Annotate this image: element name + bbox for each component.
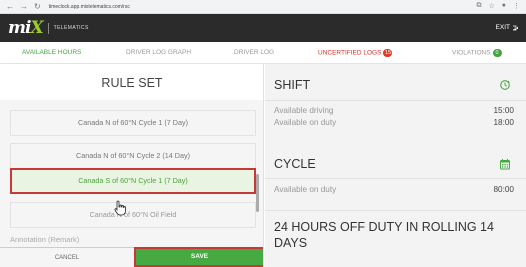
off-duty-section-title: 24 HOURS OFF DUTY IN ROLLING 14 DAYS [274,220,494,250]
refresh-clock-icon [500,80,510,90]
logo-text: TELEMATICS [53,25,89,31]
divider [265,100,526,101]
app-header: miX TELEMATICS EXIT [0,14,526,42]
rule-set-list[interactable]: Canada N of 60°N Cycle 1 (7 Day) Canada … [0,100,263,250]
tab-violations[interactable]: VIOLATIONS 0 [452,49,502,57]
back-icon[interactable]: ← [6,2,14,11]
exit-label: EXIT [495,24,510,31]
shift-title: SHIFT [274,78,311,92]
browser-actions: ⧉ ☆ ● ⋮ [476,2,520,10]
tab-available-hours[interactable]: AVAILABLE HOURS [22,49,81,56]
address-bar[interactable]: timeclock.app.mixtelematics.com/rsc [49,4,130,10]
calendar-icon [500,159,510,170]
annotation-input[interactable]: Annotation (Remark) [10,235,79,244]
save-button[interactable]: SAVE [134,247,263,267]
row-label: Available on duty [274,118,337,127]
cycle-section-header: CYCLE [274,155,514,173]
forward-icon[interactable]: → [20,2,28,11]
bookmark-star-icon[interactable]: ☆ [488,2,494,10]
tab-driver-log[interactable]: DRIVER LOG [234,49,274,56]
share-icon[interactable]: ⧉ [476,2,481,10]
row-value: 80:00 [493,185,515,194]
cycle-title: CYCLE [274,157,316,171]
row-value: 18:00 [493,118,515,127]
rule-item-selected[interactable]: Canada S of 60°N Cycle 1 (7 Day) [10,168,256,194]
divider [265,178,526,179]
cycle-row-on-duty: Available on duty 80:00 [274,185,514,194]
reload-icon[interactable]: ↻ [34,2,41,11]
rule-set-title: RULE SET [101,76,163,90]
browser-toolbar: ← → ↻ timeclock.app.mixtelematics.com/rs… [0,0,526,14]
tab-label: VIOLATIONS [452,49,491,57]
row-label: Available driving [274,106,334,115]
rule-set-panel: RULE SET Canada N of 60°N Cycle 1 (7 Day… [0,64,264,267]
logo-mark: miX [8,18,44,38]
violations-count-badge: 0 [492,49,502,57]
rule-item[interactable]: Canada N of 60°N Cycle 2 (14 Day) [10,143,256,169]
hours-summary-panel: SHIFT Available driving 15:00 Available … [265,64,526,267]
tab-uncertified-logs[interactable]: UNCERTIFIED LOGS 15 [318,49,393,57]
rule-item[interactable]: Canada N of 60°N Oil Field [10,202,256,228]
rule-list-scrollbar[interactable] [256,174,259,212]
shift-section-header: SHIFT [274,76,514,94]
rule-item[interactable]: Canada N of 60°N Cycle 1 (7 Day) [10,110,256,136]
row-label: Available on duty [274,185,337,194]
uncertified-count-badge: 15 [383,49,393,57]
shift-row-on-duty: Available on duty 18:00 [274,118,514,127]
browser-nav: ← → ↻ [0,2,41,11]
profile-icon[interactable]: ● [502,2,506,10]
logo-divider [47,22,49,34]
tab-driver-log-graph[interactable]: DRIVER LOG GRAPH [126,49,191,56]
row-value: 15:00 [493,106,515,115]
hand-pointer-icon [114,200,126,216]
tab-label: UNCERTIFIED LOGS [318,49,382,57]
logo: miX TELEMATICS [0,18,89,38]
cancel-button[interactable]: CANCEL [0,249,134,267]
shift-row-driving: Available driving 15:00 [274,106,514,115]
tab-bar: AVAILABLE HOURS DRIVER LOG GRAPH DRIVER … [0,42,526,64]
exit-button[interactable]: EXIT [496,24,518,31]
exit-icon [512,25,518,30]
divider [265,210,526,211]
menu-kebab-icon[interactable]: ⋮ [513,2,520,10]
